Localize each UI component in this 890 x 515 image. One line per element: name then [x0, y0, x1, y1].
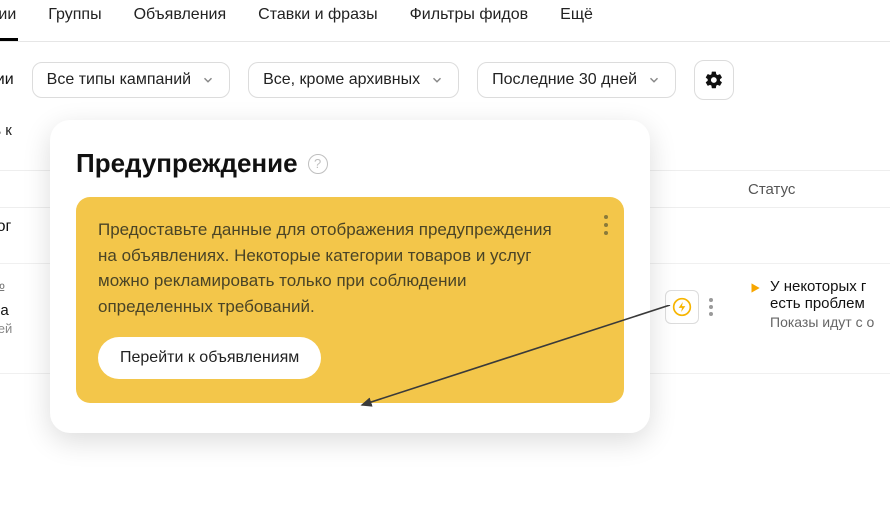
go-to-ads-button[interactable]: Перейти к объявлениям: [98, 337, 321, 379]
chevron-down-icon: [647, 73, 661, 87]
filter-campaign-types[interactable]: Все типы кампаний: [32, 62, 230, 98]
totals-row-label: Итог: [0, 218, 34, 236]
col-header-num: №: [0, 181, 34, 198]
chevron-down-icon: [201, 73, 215, 87]
tab-bids[interactable]: Ставки и фразы: [256, 6, 379, 41]
filter-archive-label: Все, кроме архивных: [263, 71, 420, 89]
campaign-sublink[interactable]: Перей: [0, 321, 12, 336]
warning-body: Предоставьте данные для отображения пред…: [98, 217, 568, 319]
warning-card-menu[interactable]: [604, 215, 608, 235]
gear-icon: [704, 70, 724, 90]
filter-versions-label: ерсии: [0, 71, 14, 88]
filter-date-range-label: Последние 30 дней: [492, 71, 637, 89]
main-tabs: пании Группы Объявления Ставки и фразы Ф…: [0, 0, 890, 42]
row-num-indicator: №: [0, 278, 12, 294]
tab-feed-filters[interactable]: Фильтры фидов: [408, 6, 531, 41]
recommendation-badge-group: [665, 290, 717, 324]
row-menu-button[interactable]: [705, 294, 717, 320]
popover-title: Предупреждение: [76, 148, 298, 179]
bolt-icon: [672, 297, 692, 317]
tab-campaigns[interactable]: пании: [0, 6, 18, 41]
warning-popover: Предупреждение ? Предоставьте данные для…: [50, 120, 650, 433]
tab-more[interactable]: Ещё: [558, 6, 595, 41]
filter-campaign-types-label: Все типы кампаний: [47, 71, 191, 89]
filter-archive[interactable]: Все, кроме архивных: [248, 62, 459, 98]
tab-ads[interactable]: Объявления: [132, 6, 229, 41]
recommendation-badge[interactable]: [665, 290, 699, 324]
status-line: есть проблем: [770, 295, 874, 312]
add-campaign-button[interactable]: вить к: [0, 122, 12, 139]
campaign-title[interactable]: Испа: [0, 302, 12, 319]
filter-versions[interactable]: ерсии: [0, 71, 14, 89]
tab-groups[interactable]: Группы: [46, 6, 103, 41]
settings-button[interactable]: [694, 60, 734, 100]
help-icon[interactable]: ?: [308, 154, 328, 174]
chevron-down-icon: [430, 73, 444, 87]
warning-card: Предоставьте данные для отображения пред…: [76, 197, 624, 403]
status-line: У некоторых г: [770, 278, 874, 295]
status-subline: Показы идут с о: [770, 314, 874, 330]
col-header-status: Статус: [748, 181, 795, 198]
filter-date-range[interactable]: Последние 30 дней: [477, 62, 676, 98]
filter-bar: ерсии Все типы кампаний Все, кроме архив…: [0, 42, 890, 114]
play-icon: [748, 281, 762, 295]
